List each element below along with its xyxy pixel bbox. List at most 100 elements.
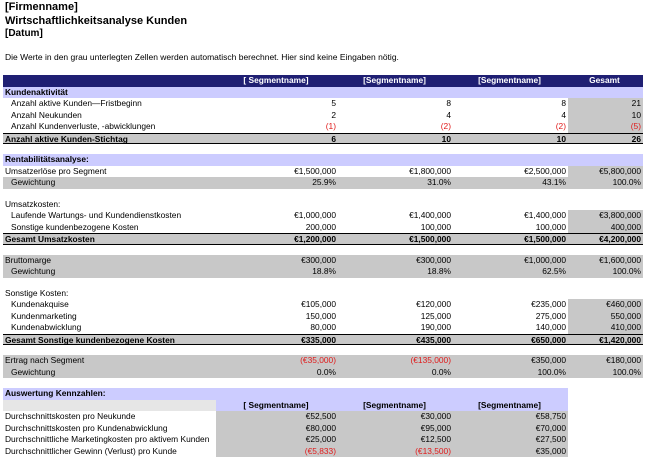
- table-row: Ertrag nach Segment (€35,000) (€135,000)…: [3, 355, 643, 367]
- table-row: Gewichtung 18.8% 18.8% 62.5% 100.0%: [3, 266, 643, 278]
- calculated-cell: €460,000: [568, 299, 643, 311]
- row-label: Anzahl Neukunden: [11, 109, 82, 120]
- input-cell[interactable]: 2: [216, 110, 338, 122]
- table-row: Umsatzerlöse pro Segment €1,500,000 €1,8…: [3, 165, 643, 178]
- row-label: Kundenmarketing: [11, 310, 77, 321]
- input-cell[interactable]: €1,400,000: [453, 210, 568, 222]
- instruction-note: Die Werte in den grau unterlegten Zellen…: [5, 52, 399, 62]
- input-cell[interactable]: 4: [338, 110, 453, 122]
- input-cell[interactable]: 5: [216, 98, 338, 110]
- row-label: Gewichtung: [3, 177, 216, 189]
- column-header-row: [ Segmentname] [Segmentname] [Segmentnam…: [3, 75, 643, 87]
- input-cell[interactable]: €1,500,000: [216, 166, 338, 178]
- calculated-cell: 410,000: [568, 322, 643, 334]
- calculated-cell: 0.0%: [216, 366, 338, 378]
- calculated-cell: €1,200,000: [216, 233, 338, 245]
- calculated-cell: €4,200,000: [568, 233, 643, 245]
- row-label: Umsatzerlöse pro Segment: [5, 165, 107, 176]
- calculated-cell: €70,000: [453, 422, 568, 434]
- subsection-row: Sonstige Kosten:: [3, 288, 643, 300]
- row-label: Gewichtung: [3, 366, 216, 378]
- kpi-row: Durchschnittliche Marketingkosten pro ak…: [3, 434, 643, 446]
- input-cell[interactable]: 80,000: [216, 322, 338, 334]
- table-row: Kundenakquise €105,000 €120,000 €235,000…: [3, 299, 643, 311]
- input-cell[interactable]: 150,000: [216, 311, 338, 323]
- calculated-cell: 10: [453, 132, 568, 144]
- row-label: Kundenakquise: [11, 299, 69, 309]
- table-row: Anzahl Neukunden 2 4 4 10: [3, 109, 643, 122]
- table-row: Laufende Wartungs- und Kundendienstkoste…: [3, 210, 643, 222]
- input-cell[interactable]: €105,000: [216, 299, 338, 311]
- subsection-row: Umsatzkosten:: [3, 199, 643, 211]
- calculated-cell: (€35,000): [216, 355, 338, 367]
- calculated-cell: 100.0%: [453, 366, 568, 378]
- input-cell[interactable]: (1): [216, 121, 338, 133]
- calculated-cell: €58,750: [453, 411, 568, 423]
- calculated-cell: €300,000: [216, 254, 338, 266]
- calculated-cell: 10: [338, 132, 453, 144]
- calculated-cell: 62.5%: [453, 266, 568, 278]
- calculated-cell: €1,500,000: [453, 233, 568, 245]
- calculated-cell: €30,000: [338, 411, 453, 423]
- calculated-cell: 21: [568, 98, 643, 110]
- input-cell[interactable]: €2,500,000: [453, 166, 568, 178]
- input-cell[interactable]: (2): [338, 121, 453, 133]
- input-cell[interactable]: €235,000: [453, 299, 568, 311]
- calculated-cell: €300,000: [338, 254, 453, 266]
- input-cell[interactable]: €1,800,000: [338, 166, 453, 178]
- company-name: [Firmenname]: [5, 1, 78, 13]
- kpi-column-header-segment-1: [ Segmentname]: [216, 399, 338, 411]
- calculated-cell: 10: [568, 109, 643, 121]
- column-header-segment-2[interactable]: [Segmentname]: [338, 75, 453, 87]
- input-cell[interactable]: 8: [453, 98, 568, 110]
- calculated-cell: 100.0%: [568, 266, 643, 278]
- calculated-cell: 550,000: [568, 310, 643, 322]
- calculated-cell: €435,000: [338, 333, 453, 345]
- section-title-kennzahlen: Auswertung Kennzahlen:: [3, 388, 568, 400]
- kpi-column-header-segment-3: [Segmentname]: [453, 399, 568, 411]
- calculated-cell: €5,800,000: [568, 165, 643, 177]
- total-row: Gesamt Umsatzkosten €1,200,000 €1,500,00…: [3, 233, 643, 245]
- row-label: Anzahl Kundenverluste, -abwicklungen: [11, 121, 156, 131]
- table-row: Kundenmarketing 150,000 125,000 275,000 …: [3, 310, 643, 323]
- kpi-header-blank-cell: [3, 399, 216, 411]
- input-cell[interactable]: 100,000: [338, 222, 453, 234]
- calculated-cell: 6: [216, 132, 338, 144]
- section-header-row: Rentabilitätsanalyse:: [3, 154, 643, 166]
- input-cell[interactable]: 140,000: [453, 322, 568, 334]
- calculated-cell: (€5,833): [216, 445, 338, 457]
- calculated-cell: 31.0%: [338, 177, 453, 189]
- input-cell[interactable]: (2): [453, 121, 568, 133]
- input-cell[interactable]: €120,000: [338, 299, 453, 311]
- report-date: [Datum]: [5, 28, 43, 39]
- total-label: Gesamt Umsatzkosten: [3, 233, 216, 245]
- calculated-cell: 18.8%: [216, 266, 338, 278]
- input-cell[interactable]: €1,400,000: [338, 210, 453, 222]
- column-header-segment-3[interactable]: [Segmentname]: [453, 75, 568, 87]
- row-label: Kundenabwicklung: [11, 322, 82, 332]
- total-label: Anzahl aktive Kunden-Stichtag: [3, 132, 216, 144]
- calculated-cell: €3,800,000: [568, 210, 643, 222]
- report-title: Wirtschaftlichkeitsanalyse Kunden: [5, 15, 188, 27]
- input-cell[interactable]: 200,000: [216, 222, 338, 234]
- table-row: Gewichtung 0.0% 0.0% 100.0% 100.0%: [3, 366, 643, 378]
- input-cell[interactable]: 100,000: [453, 222, 568, 234]
- total-row: Gesamt Sonstige kundenbezogene Kosten €3…: [3, 333, 643, 345]
- calculated-cell: €1,420,000: [568, 333, 643, 345]
- input-cell[interactable]: 190,000: [338, 322, 453, 334]
- calculated-cell: 43.1%: [453, 177, 568, 189]
- input-cell[interactable]: €1,000,000: [216, 210, 338, 222]
- calculated-cell: (5): [568, 121, 643, 133]
- total-label: Gesamt Sonstige kundenbezogene Kosten: [3, 333, 216, 345]
- calculated-cell: 100.0%: [568, 177, 643, 189]
- calculated-cell: €335,000: [216, 333, 338, 345]
- input-cell[interactable]: 275,000: [453, 311, 568, 323]
- calculated-cell: 18.8%: [338, 266, 453, 278]
- input-cell[interactable]: 8: [338, 98, 453, 110]
- column-header-segment-1[interactable]: [ Segmentname]: [216, 75, 338, 87]
- row-label: Durchschnittskosten pro Neukunde: [5, 411, 136, 421]
- input-cell[interactable]: 125,000: [338, 311, 453, 323]
- section-header-row: Auswertung Kennzahlen:: [3, 388, 643, 400]
- input-cell[interactable]: 4: [453, 110, 568, 122]
- calculated-cell: 400,000: [568, 221, 643, 233]
